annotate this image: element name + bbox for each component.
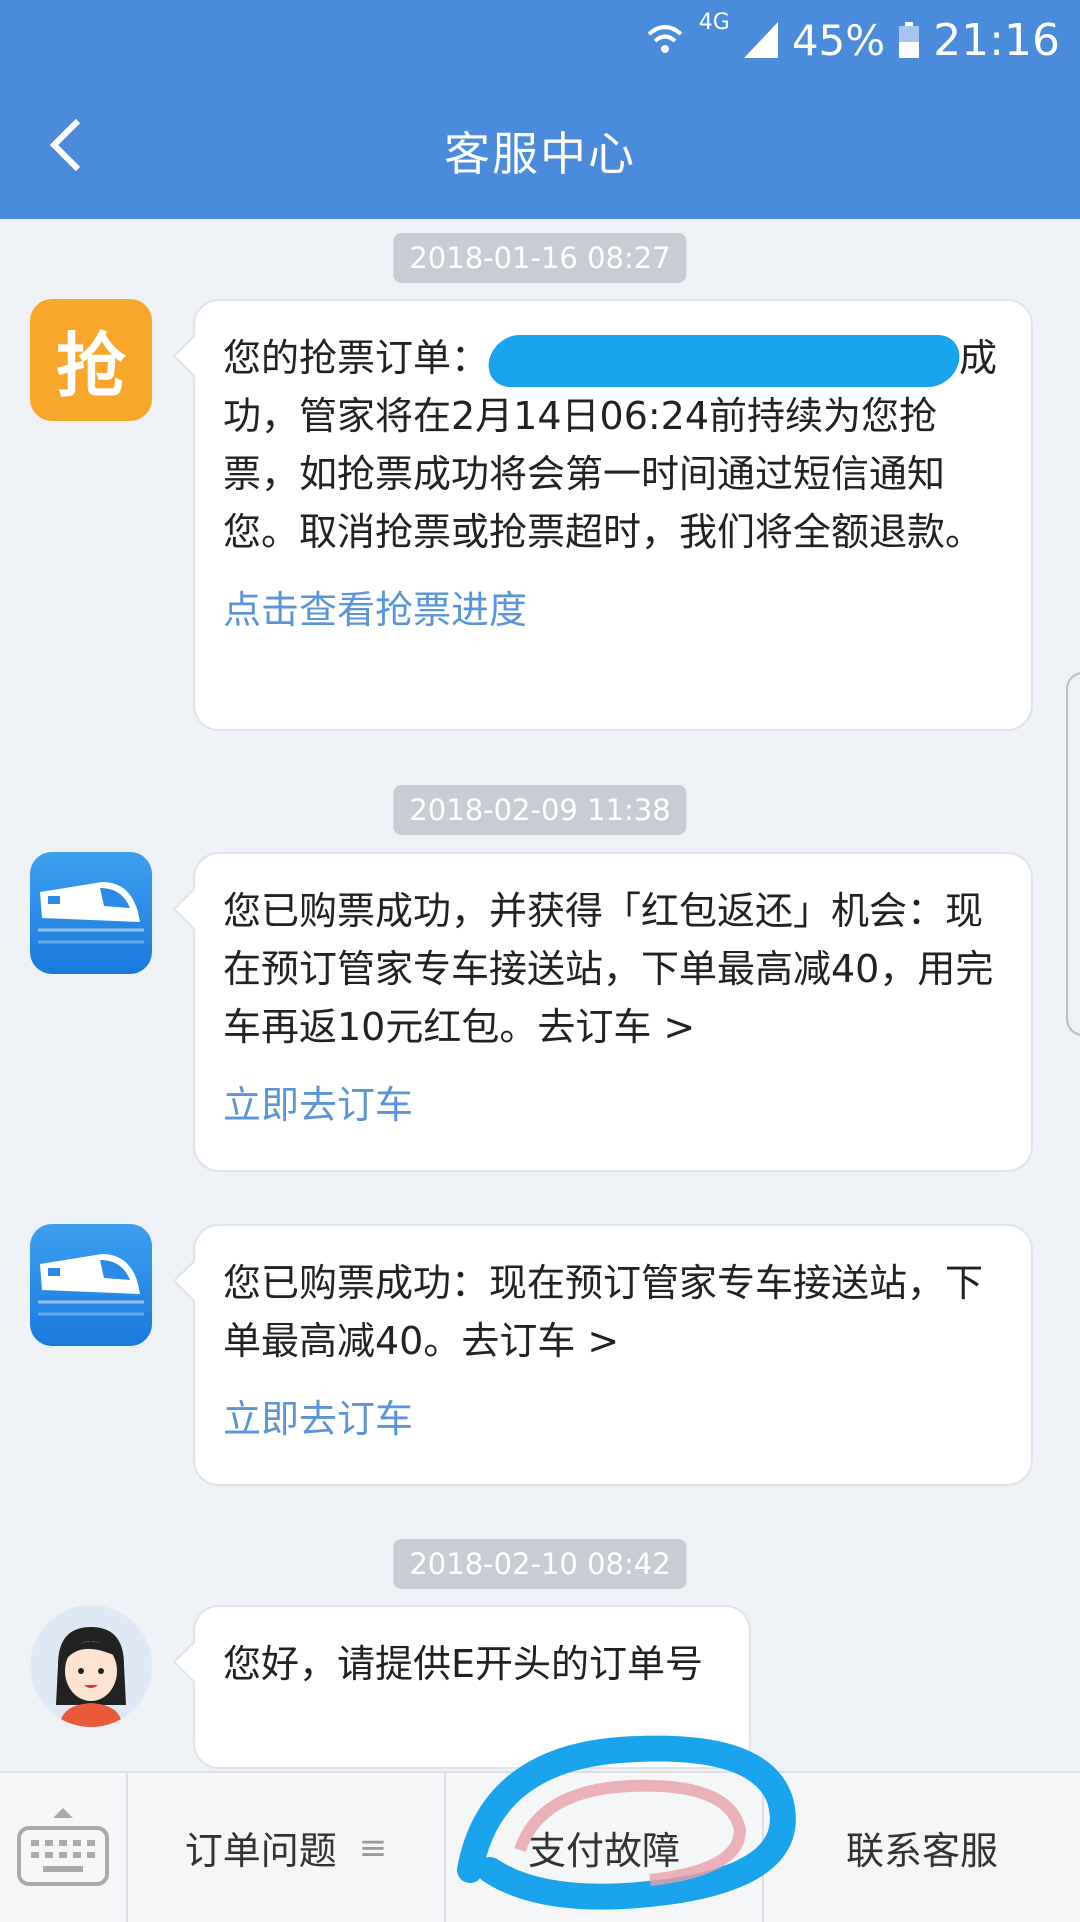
network-type: 4G (698, 10, 730, 35)
message-bubble: 您的抢票订单： 成功，管家将在2月14日06:24前持续为您抢票，如抢票成功将会第… (193, 299, 1033, 731)
message-text: 您已购票成功：现在预订管家专车接送站，下单最高减40。去订车 > (223, 1261, 984, 1363)
battery-percent: 45% (791, 15, 886, 65)
grab-ticket-avatar: 抢 (30, 299, 152, 421)
message-text: 您的抢票订单： (223, 336, 490, 380)
timestamp-chip: 2018-01-16 08:27 (393, 233, 687, 283)
agent-avatar (30, 1605, 152, 1727)
order-issues-button[interactable]: 订单问题 ≡ (128, 1773, 446, 1922)
grab-progress-link[interactable]: 点击查看抢票进度 (223, 581, 1003, 639)
app-header: 4G 45% 21:16 客服中心 (0, 0, 1080, 219)
chat-area[interactable]: 2018-01-16 08:27 抢 您的抢票订单： 成功，管家将在2月14日06… (0, 219, 1080, 1771)
bottom-menu-bar: 订单问题 ≡ 支付故障 联系客服 (0, 1771, 1080, 1922)
message-bubble: 您已购票成功，并获得「红包返还」机会：现在预订管家专车接送站，下单最高减40，用… (193, 852, 1033, 1172)
timestamp-chip: 2018-02-10 08:42 (393, 1539, 687, 1589)
menu-lines-icon: ≡ (358, 1827, 388, 1868)
message-bubble: 您已购票成功：现在预订管家专车接送站，下单最高减40。去订车 > 立即去订车 (193, 1224, 1033, 1486)
book-car-link[interactable]: 立即去订车 (223, 1390, 1003, 1448)
book-car-link[interactable]: 立即去订车 (223, 1076, 1003, 1134)
message-text: 您好，请提供E开头的订单号 (223, 1642, 704, 1686)
payment-issues-label: 支付故障 (527, 1829, 680, 1873)
train-icon (38, 1254, 144, 1316)
payment-issues-button[interactable]: 支付故障 (446, 1773, 764, 1922)
clock: 21:16 (933, 14, 1060, 66)
train-app-avatar (30, 1224, 152, 1346)
order-issues-label: 订单问题 (184, 1829, 337, 1873)
agent-face-icon (56, 1627, 126, 1727)
timestamp-chip: 2018-02-09 11:38 (393, 785, 687, 835)
redaction-scribble (484, 334, 964, 387)
train-app-avatar (30, 852, 152, 974)
battery-icon (899, 22, 920, 58)
page-title: 客服中心 (444, 127, 636, 181)
contact-support-button[interactable]: 联系客服 (764, 1773, 1080, 1922)
avatar-text: 抢 (56, 324, 126, 407)
message-text: 您已购票成功，并获得「红包返还」机会：现在预订管家专车接送站，下单最高减40，用… (223, 889, 994, 1049)
keyboard-toggle-button[interactable] (0, 1773, 128, 1922)
status-bar: 4G 45% 21:16 (645, 10, 1060, 70)
side-drawer-handle[interactable] (1066, 672, 1080, 1036)
message-bubble: 您好，请提供E开头的订单号 (193, 1605, 751, 1769)
train-icon (38, 882, 144, 944)
wifi-icon (647, 25, 683, 53)
keyboard-icon (17, 1807, 109, 1886)
contact-support-label: 联系客服 (845, 1829, 998, 1873)
signal-icon (743, 22, 778, 58)
